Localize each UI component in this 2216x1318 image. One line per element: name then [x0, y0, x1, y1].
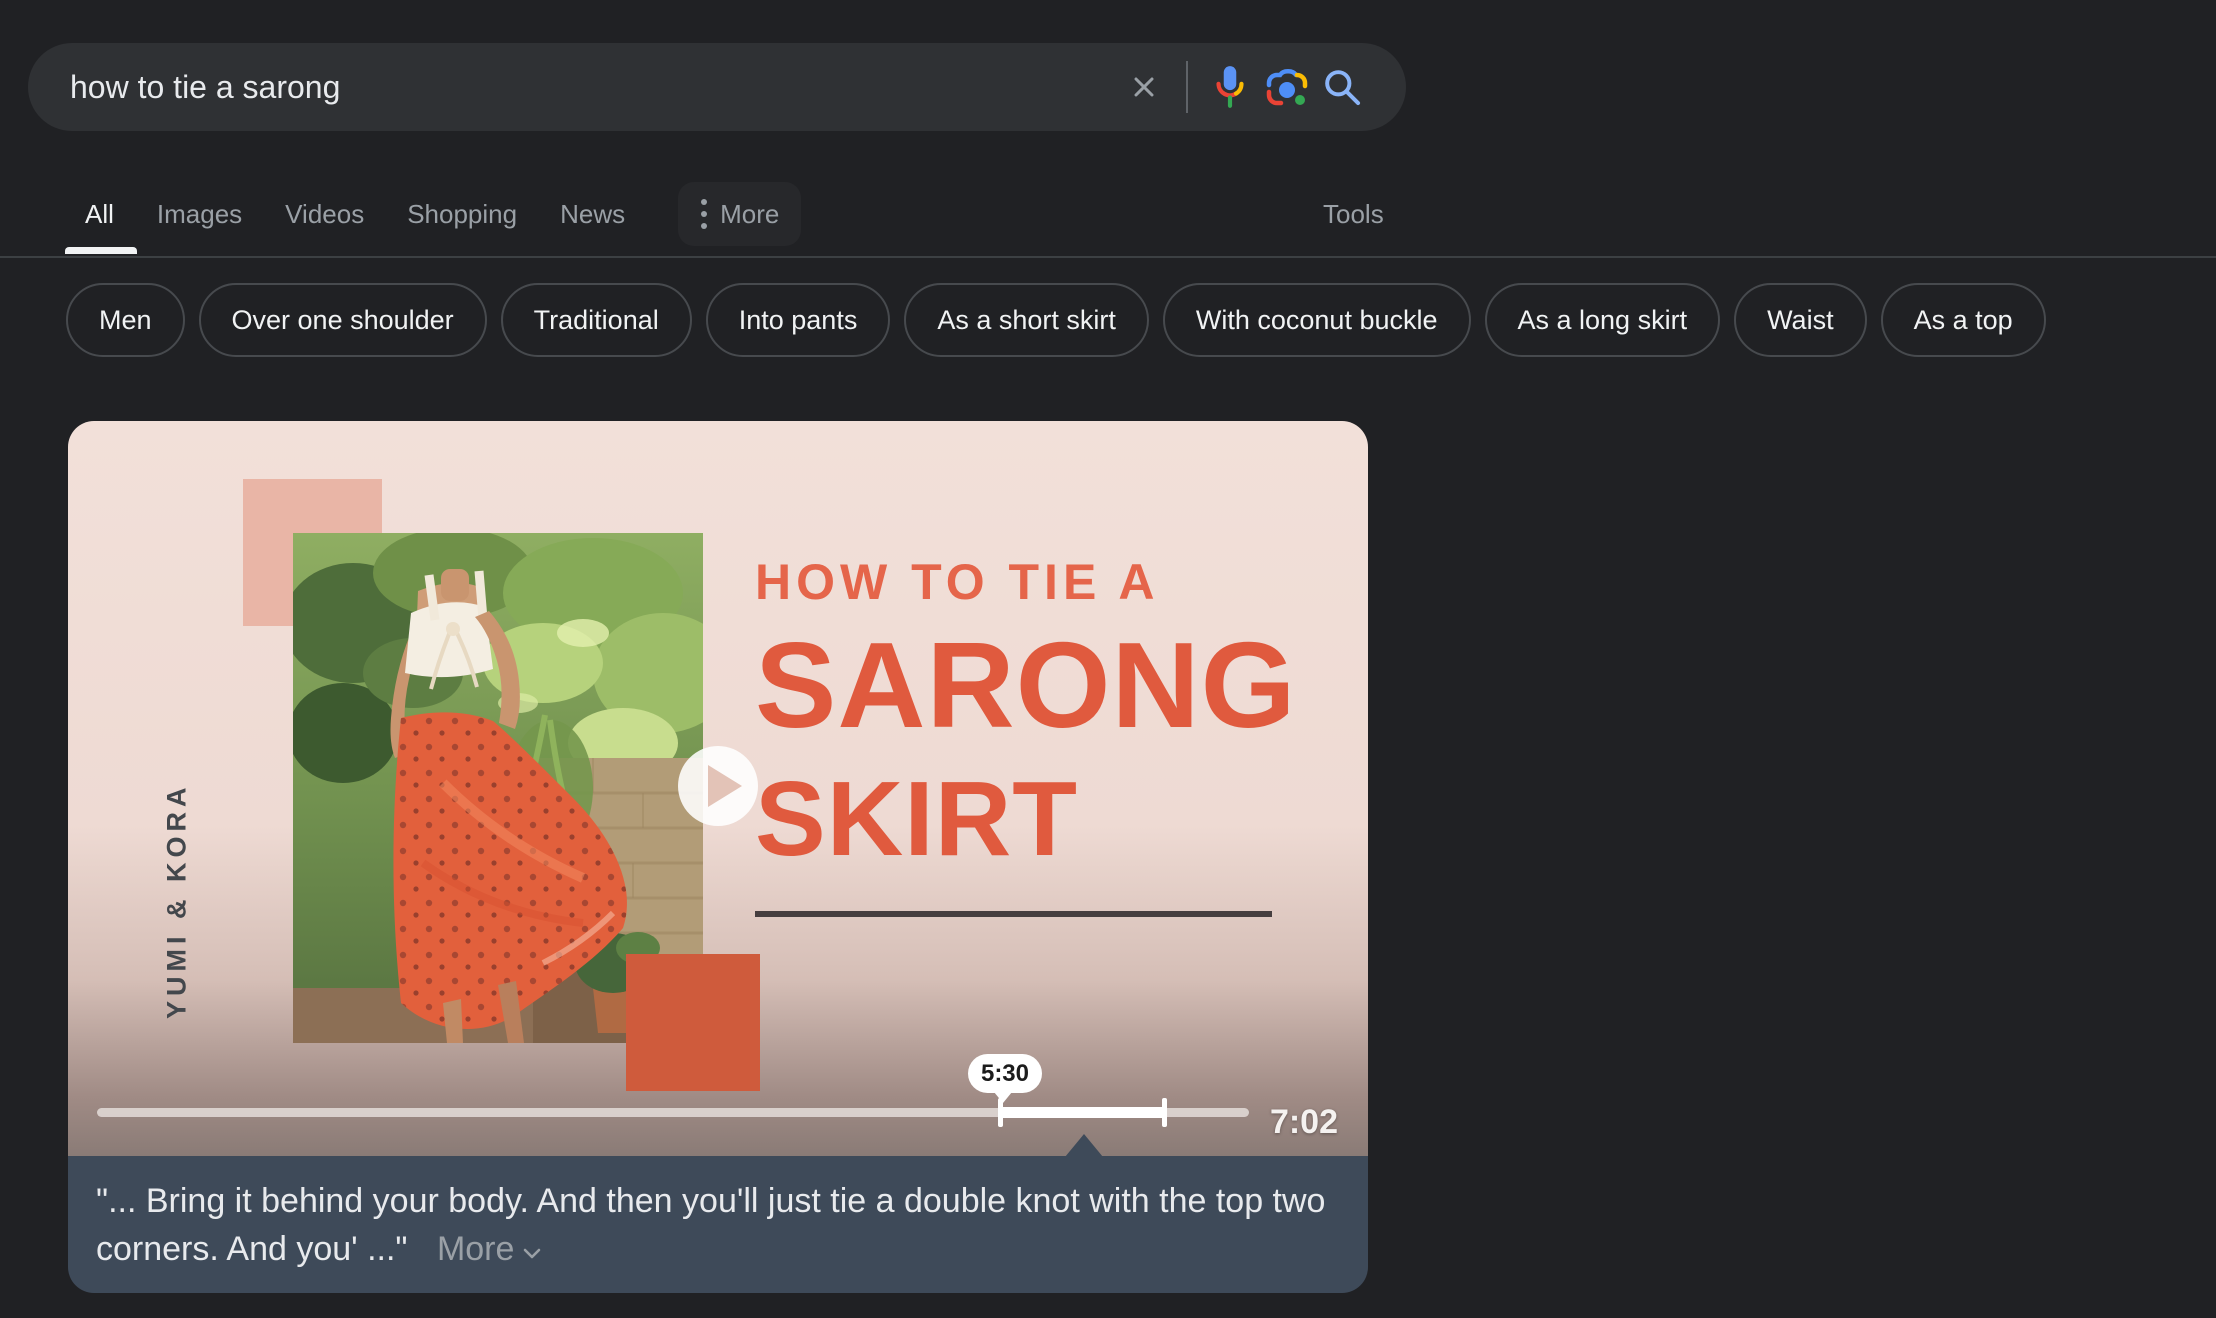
thumbnail-orange-square [626, 954, 760, 1091]
chip-men[interactable]: Men [66, 283, 185, 357]
lens-search-button[interactable] [1258, 59, 1314, 115]
chip-with-coconut-buckle[interactable]: With coconut buckle [1163, 283, 1471, 357]
refinement-chips: Men Over one shoulder Traditional Into p… [66, 283, 2046, 357]
chip-traditional[interactable]: Traditional [501, 283, 692, 357]
chip-into-pants[interactable]: Into pants [706, 283, 891, 357]
chevron-down-icon [522, 1247, 542, 1260]
key-moment-end-tick [1162, 1098, 1167, 1127]
play-icon [708, 765, 742, 807]
tab-news[interactable]: News [560, 199, 625, 230]
caption-pointer-notch [1065, 1134, 1103, 1157]
chip-waist[interactable]: Waist [1734, 283, 1867, 357]
search-bar [28, 43, 1406, 131]
thumbnail-title: HOW TO TIE A SARONG SKIRT [755, 553, 1296, 875]
chip-as-a-short-skirt[interactable]: As a short skirt [904, 283, 1149, 357]
video-thumbnail[interactable]: YUMI & KORA HOW TO TIE A SARONG SKIRT 5:… [68, 421, 1368, 1156]
camera-lens-icon [1263, 64, 1309, 110]
video-result-card[interactable]: YUMI & KORA HOW TO TIE A SARONG SKIRT 5:… [68, 421, 1368, 1293]
chip-over-one-shoulder[interactable]: Over one shoulder [199, 283, 487, 357]
kebab-dots-icon [700, 197, 708, 231]
search-input[interactable] [70, 69, 1116, 106]
caption-quote-text: "... Bring it behind your body. And then… [96, 1182, 1325, 1268]
tab-more[interactable]: More [678, 182, 801, 246]
thumbnail-title-line3: SKIRT [755, 763, 1296, 875]
key-moment-segment [1001, 1107, 1165, 1118]
searchbar-divider [1186, 61, 1188, 113]
voice-search-button[interactable] [1202, 59, 1258, 115]
tab-shopping[interactable]: Shopping [407, 199, 517, 230]
active-tab-underline [65, 247, 137, 254]
tabs-divider [0, 256, 2216, 258]
search-submit-button[interactable] [1314, 59, 1370, 115]
search-results-page: All Images Videos Shopping News More Too… [0, 0, 2216, 1318]
video-duration: 7:02 [1270, 1102, 1338, 1142]
video-caption: "... Bring it behind your body. And then… [68, 1156, 1368, 1293]
tab-videos[interactable]: Videos [285, 199, 364, 230]
clear-icon [1128, 71, 1160, 103]
tab-more-label: More [720, 199, 779, 230]
caption-more-label: More [437, 1225, 514, 1273]
thumbnail-title-line2: SARONG [755, 621, 1296, 749]
search-icon [1321, 66, 1363, 108]
clear-button[interactable] [1116, 59, 1172, 115]
tab-all[interactable]: All [85, 199, 114, 230]
key-moment-time-bubble: 5:30 [968, 1054, 1042, 1093]
mic-icon [1211, 63, 1249, 111]
key-moment-bubble-tail [994, 1092, 1012, 1103]
thumbnail-title-underline [755, 911, 1272, 917]
thumbnail-brand-text: YUMI & KORA [156, 745, 198, 1057]
tab-images[interactable]: Images [157, 199, 242, 230]
result-tabs: All Images Videos Shopping News More [85, 182, 801, 246]
caption-more-button[interactable]: More [437, 1225, 542, 1273]
thumbnail-title-line1: HOW TO TIE A [755, 553, 1296, 611]
chip-as-a-top[interactable]: As a top [1881, 283, 2046, 357]
tools-button[interactable]: Tools [1323, 182, 1384, 246]
chip-as-a-long-skirt[interactable]: As a long skirt [1485, 283, 1721, 357]
play-button[interactable] [678, 746, 758, 826]
